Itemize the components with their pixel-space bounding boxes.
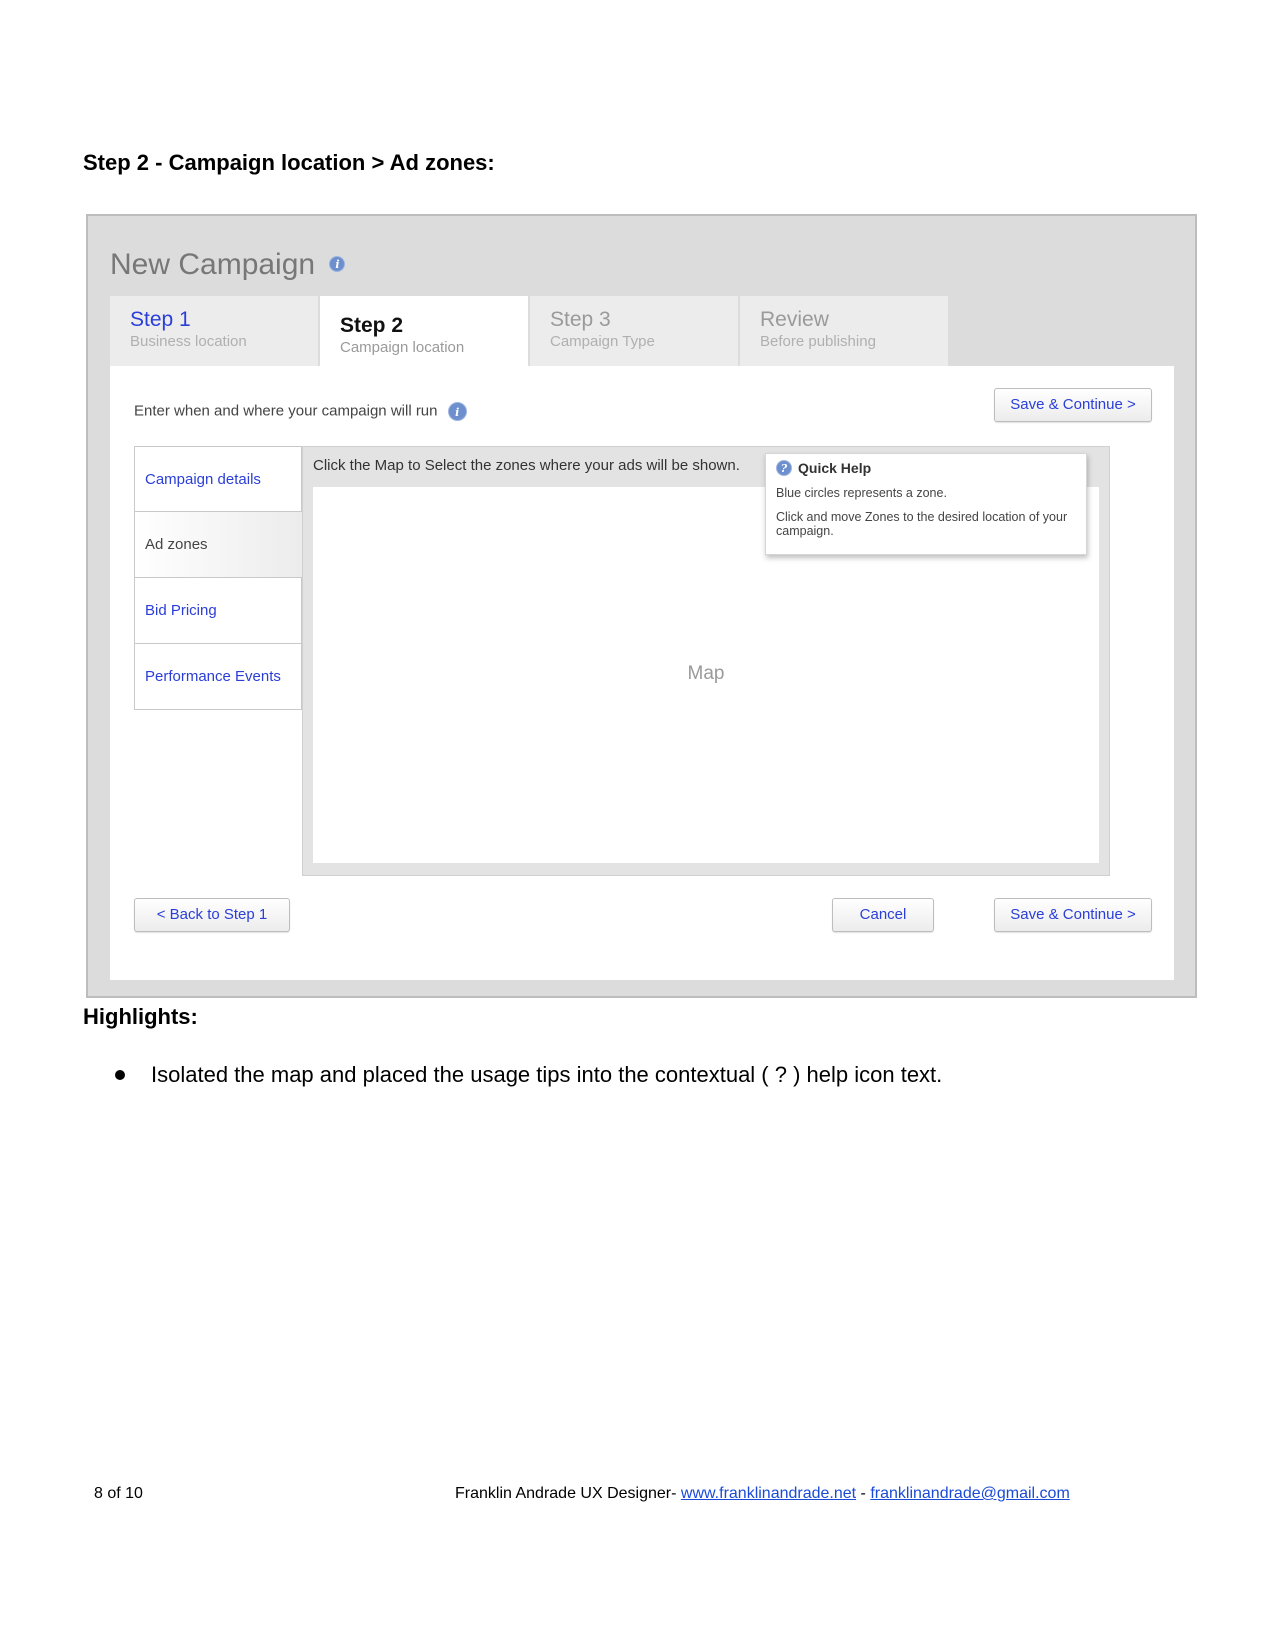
tab-label: Step 2 [340,314,404,337]
back-button[interactable]: < Back to Step 1 [134,898,290,932]
footer-credit: Franklin Andrade UX Designer- www.frankl… [455,1485,1070,1503]
info-icon[interactable]: i [329,256,346,273]
website-link[interactable]: www.franklinandrade.net [681,1485,856,1502]
sidenav-item-bid-pricing[interactable]: Bid Pricing [134,578,302,644]
footer-credit-text: Franklin Andrade UX Designer- [455,1485,681,1502]
sidenav-item-campaign-details[interactable]: Campaign details [134,446,302,512]
tab-label: Step 3 [550,308,611,331]
quick-help-line: Click and move Zones to the desired loca… [776,510,1068,538]
save-continue-button-bottom[interactable]: Save & Continue > [994,898,1152,932]
list-item: Isolated the map and placed the usage ti… [115,1062,942,1088]
mockup-frame: New Campaign i Step 1 Business location … [86,214,1197,998]
app-title: New Campaign i [110,248,346,282]
tab-sublabel: Business location [130,333,247,350]
app-title-text: New Campaign [110,248,316,281]
save-continue-button-top[interactable]: Save & Continue > [994,388,1152,422]
page-heading: Step 2 - Campaign location > Ad zones: [83,150,495,175]
quick-help-title-text: Quick Help [798,460,872,476]
list-item-text: Isolated the map and placed the usage ti… [151,1062,943,1087]
tab-label: Step 1 [130,308,191,331]
map-placeholder-label: Map [687,663,725,684]
quick-help-title: ? Quick Help [776,460,1076,476]
sidenav-item-performance-events[interactable]: Performance Events [134,644,302,710]
cancel-button[interactable]: Cancel [832,898,934,932]
map-area: Click the Map to Select the zones where … [302,446,1110,876]
quick-help-popover: ? Quick Help Blue circles represents a z… [765,453,1087,555]
content-panel: Enter when and where your campaign will … [110,366,1174,980]
email-link[interactable]: franklinandrade@gmail.com [870,1485,1069,1502]
highlights-list: Isolated the map and placed the usage ti… [115,1062,942,1088]
quick-help-line: Blue circles represents a zone. [776,486,947,500]
tab-sublabel: Campaign Type [550,333,655,350]
help-icon[interactable]: ? [776,460,792,476]
tab-step-3[interactable]: Step 3 Campaign Type [530,296,738,366]
tab-label: Review [760,308,829,331]
highlights-heading: Highlights: [83,1004,198,1029]
sidenav-item-ad-zones[interactable]: Ad zones [134,512,302,578]
footer-separator: - [856,1485,871,1502]
tab-sublabel: Campaign location [340,339,465,356]
tab-review[interactable]: Review Before publishing [740,296,948,366]
instruction: Enter when and where your campaign will … [134,402,467,421]
tab-step-2[interactable]: Step 2 Campaign location [320,296,528,368]
info-icon[interactable]: i [447,402,467,421]
tab-step-1[interactable]: Step 1 Business location [110,296,318,366]
bullet-icon [115,1070,125,1080]
instruction-text: Enter when and where your campaign will … [134,402,438,420]
tab-sublabel: Before publishing [760,333,876,350]
side-nav: Campaign details Ad zones Bid Pricing Pe… [134,446,302,710]
map-instruction: Click the Map to Select the zones where … [313,457,740,474]
page-number: 8 of 10 [94,1485,143,1502]
